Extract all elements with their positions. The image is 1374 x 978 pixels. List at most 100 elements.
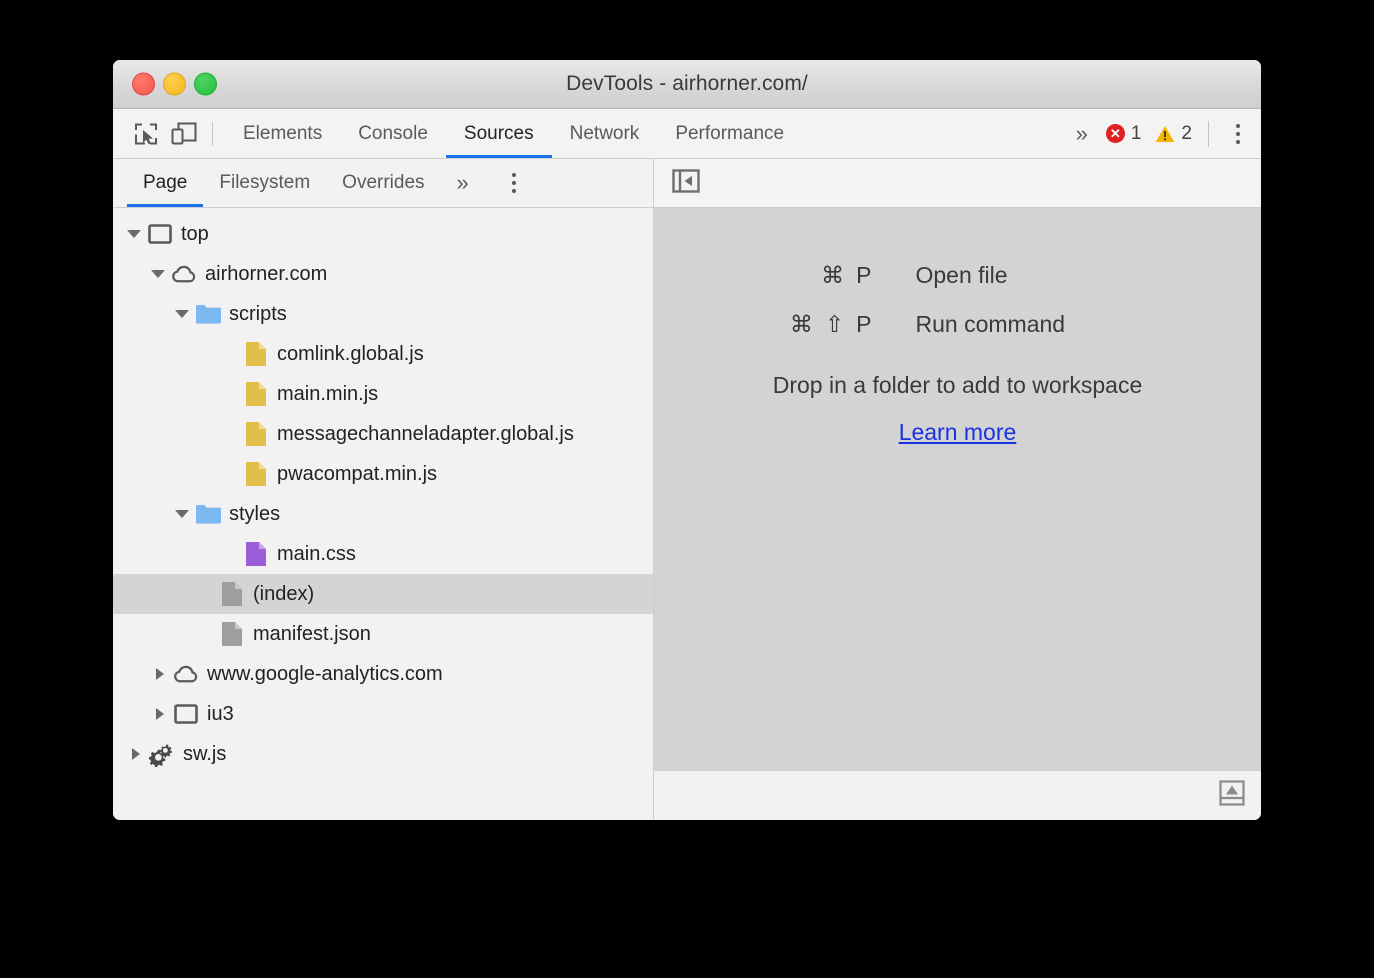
kebab-menu-icon[interactable]: [1225, 124, 1251, 144]
tree-label: sw.js: [183, 744, 226, 764]
disclosure-triangle-icon[interactable]: [127, 745, 145, 763]
editor-placeholder: ⌘ P Open file ⌘ ⇧ P Run command Drop in a f…: [654, 208, 1261, 770]
tree-row-comlink-global-js[interactable]: comlink.global.js: [113, 334, 653, 374]
frame-icon: [147, 221, 173, 247]
key-p: P: [856, 262, 871, 288]
learn-more-link[interactable]: Learn more: [899, 419, 1017, 446]
tree-label: manifest.json: [253, 624, 371, 644]
key-cmd: ⌘: [821, 262, 844, 288]
more-tabs-chevron-icon[interactable]: »: [1060, 121, 1102, 147]
tab-filesystem[interactable]: Filesystem: [203, 159, 326, 207]
cloud-icon: [173, 661, 199, 687]
device-toolbar-icon[interactable]: [165, 115, 203, 153]
tree-label: www.google-analytics.com: [207, 664, 443, 684]
tree-row-main-min-js[interactable]: main.min.js: [113, 374, 653, 414]
document-file-icon: [219, 581, 245, 607]
maximize-button[interactable]: [194, 73, 217, 96]
folder-icon: [195, 501, 221, 527]
devtools-window: DevTools - airhorner.com/ Elements Conso…: [113, 60, 1261, 820]
disclosure-triangle-icon[interactable]: [173, 505, 191, 523]
workspace-drop-hint: Drop in a folder to add to workspace: [773, 372, 1142, 399]
tree-row-top[interactable]: top: [113, 214, 653, 254]
tab-sources[interactable]: Sources: [446, 109, 552, 158]
tab-network[interactable]: Network: [552, 109, 658, 158]
show-navigator-icon[interactable]: [672, 168, 700, 199]
service-worker-icon: [149, 741, 175, 767]
navigator-tab-bar: Page Filesystem Overrides »: [113, 159, 653, 208]
js-file-icon: [243, 341, 269, 367]
tree-label: scripts: [229, 304, 287, 324]
tree-row-sw-js[interactable]: sw.js: [113, 734, 653, 774]
close-button[interactable]: [132, 73, 155, 96]
tab-console[interactable]: Console: [340, 109, 446, 158]
shortcut-open-file: ⌘ P Open file: [738, 262, 1178, 289]
file-tree: top airhorner.com scripts: [113, 208, 653, 820]
shortcut-run-command: ⌘ ⇧ P Run command: [738, 311, 1178, 338]
warning-icon: [1155, 125, 1175, 143]
tree-label: (index): [253, 584, 314, 604]
key-p: P: [856, 311, 871, 337]
disclosure-triangle-icon[interactable]: [151, 705, 169, 723]
tree-label: messagechanneladapter.global.js: [277, 424, 574, 444]
tab-performance[interactable]: Performance: [657, 109, 802, 158]
navigator-kebab-menu-icon[interactable]: [501, 173, 527, 193]
tree-row-manifest-json[interactable]: manifest.json: [113, 614, 653, 654]
window-title: DevTools - airhorner.com/: [566, 72, 808, 96]
disclosure-triangle-icon[interactable]: [151, 665, 169, 683]
disclosure-triangle-icon[interactable]: [125, 225, 143, 243]
cloud-icon: [171, 261, 197, 287]
tree-row-airhorner[interactable]: airhorner.com: [113, 254, 653, 294]
tree-label: pwacompat.min.js: [277, 464, 437, 484]
tree-row-main-css[interactable]: main.css: [113, 534, 653, 574]
js-file-icon: [243, 421, 269, 447]
shortcut-keys-run-command: ⌘ ⇧ P: [738, 311, 916, 338]
tree-label: iu3: [207, 704, 234, 724]
disclosure-triangle-icon[interactable]: [149, 265, 167, 283]
toolbar-divider: [212, 122, 213, 146]
window-title-bar: DevTools - airhorner.com/: [113, 60, 1261, 109]
window-controls: [132, 73, 217, 96]
editor-pane: ⌘ P Open file ⌘ ⇧ P Run command Drop in a f…: [654, 159, 1261, 820]
key-cmd: ⌘: [790, 311, 813, 337]
tab-page[interactable]: Page: [127, 159, 203, 207]
tab-overrides[interactable]: Overrides: [326, 159, 440, 207]
tree-label: comlink.global.js: [277, 344, 424, 364]
tree-row-pwacompat-min-js[interactable]: pwacompat.min.js: [113, 454, 653, 494]
tree-label: main.css: [277, 544, 356, 564]
navigator-pane: Page Filesystem Overrides » top: [113, 159, 654, 820]
error-count: 1: [1131, 123, 1142, 145]
navigator-more-tabs-chevron-icon[interactable]: »: [441, 170, 483, 196]
devtools-main-toolbar: Elements Console Sources Network Perform…: [113, 109, 1261, 159]
tree-label: airhorner.com: [205, 264, 327, 284]
tree-row-iu3[interactable]: iu3: [113, 694, 653, 734]
minimize-button[interactable]: [163, 73, 186, 96]
tab-elements[interactable]: Elements: [225, 109, 340, 158]
show-drawer-icon[interactable]: [1219, 780, 1245, 811]
toolbar-right-group: » ✕ 1 2: [1060, 121, 1261, 147]
tree-row-styles[interactable]: styles: [113, 494, 653, 534]
tree-row-google-analytics[interactable]: www.google-analytics.com: [113, 654, 653, 694]
warning-count: 2: [1181, 123, 1192, 145]
folder-icon: [195, 301, 221, 327]
tree-label: styles: [229, 504, 280, 524]
css-file-icon: [243, 541, 269, 567]
disclosure-triangle-icon[interactable]: [173, 305, 191, 323]
shortcut-action-open-file: Open file: [916, 262, 1008, 289]
editor-toolbar: [654, 159, 1261, 208]
tree-row-index[interactable]: (index): [113, 574, 653, 614]
error-icon: ✕: [1106, 124, 1125, 143]
editor-status-bar: [654, 770, 1261, 820]
js-file-icon: [243, 381, 269, 407]
key-shift: ⇧: [825, 311, 844, 337]
document-file-icon: [219, 621, 245, 647]
error-count-badge[interactable]: ✕ 1: [1106, 123, 1142, 145]
toolbar-divider-right: [1208, 121, 1209, 147]
warning-count-badge[interactable]: 2: [1155, 123, 1192, 145]
tree-row-messagechanneladapter-global-js[interactable]: messagechanneladapter.global.js: [113, 414, 653, 454]
shortcut-action-run-command: Run command: [916, 311, 1066, 338]
tree-row-scripts[interactable]: scripts: [113, 294, 653, 334]
js-file-icon: [243, 461, 269, 487]
inspect-element-icon[interactable]: [127, 115, 165, 153]
frame-icon: [173, 701, 199, 727]
tree-label: top: [181, 224, 209, 244]
